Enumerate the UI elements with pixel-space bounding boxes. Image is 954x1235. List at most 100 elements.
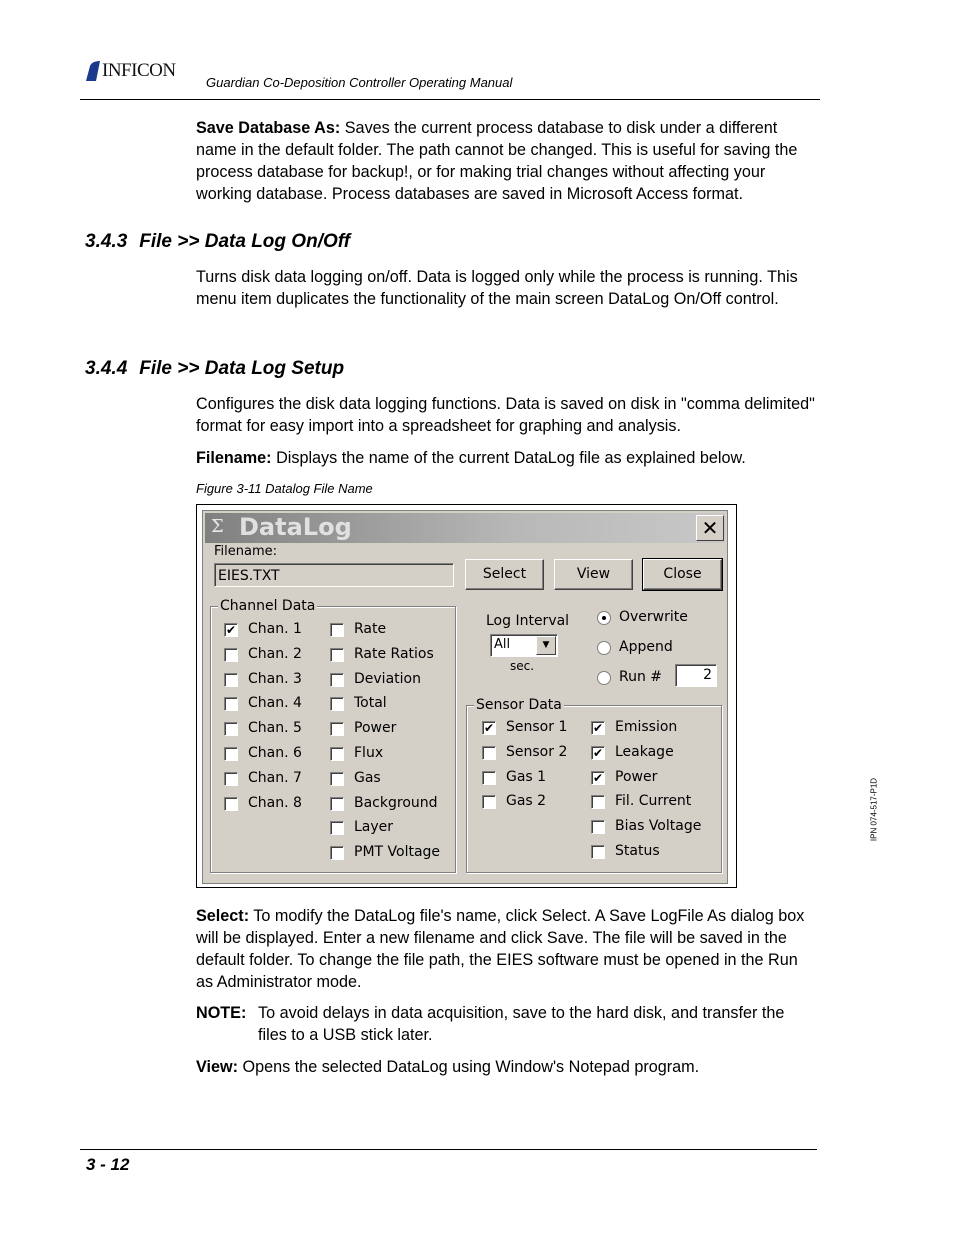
note: NOTE: To avoid delays in data acquisition…	[196, 1002, 816, 1046]
run-number-field[interactable]: 2	[675, 664, 717, 687]
note-text: To avoid delays in data acquisition, sav…	[258, 1004, 785, 1044]
select-button[interactable]: Select	[465, 559, 544, 590]
checkbox[interactable]	[224, 722, 238, 737]
checkbox[interactable]	[330, 747, 344, 761]
save-database-paragraph: Save Database As: Saves the current proc…	[196, 117, 816, 205]
close-button[interactable]: Close	[642, 558, 723, 591]
checkbox-label[interactable]: Gas 1	[506, 769, 546, 785]
term: Filename:	[196, 449, 272, 467]
log-interval-unit: sec.	[510, 659, 535, 673]
text: To modify the DataLog file's name, click…	[196, 907, 805, 991]
text: Opens the selected DataLog using Window'…	[238, 1058, 700, 1076]
radio-button[interactable]	[597, 641, 611, 655]
checkbox-label[interactable]: Rate	[354, 621, 386, 637]
checkbox[interactable]	[482, 795, 496, 810]
brand-name: INFICON	[102, 60, 176, 81]
checkbox-label[interactable]: Chan. 2	[248, 646, 302, 662]
radio-button[interactable]	[597, 611, 611, 625]
checkbox[interactable]	[330, 771, 344, 786]
section-3-4-3-body: Turns disk data logging on/off. Data is …	[196, 268, 798, 308]
select-paragraph: Select: To modify the DataLog file's nam…	[196, 905, 816, 993]
checkbox[interactable]	[330, 722, 344, 737]
checkbox[interactable]	[224, 697, 238, 712]
checkbox-label[interactable]: Chan. 1	[248, 621, 302, 637]
checkbox[interactable]: ✔	[591, 745, 605, 760]
section-3-4-3-heading: 3.4.3 File >> Data Log On/Off	[85, 231, 362, 253]
dialog-title: DataLog	[239, 513, 352, 541]
checkbox-label[interactable]: Fil. Current	[615, 793, 691, 809]
checkbox-label[interactable]: Status	[615, 843, 660, 859]
checkbox-label[interactable]: Layer	[354, 819, 393, 835]
checkbox-label[interactable]: PMT Voltage	[354, 844, 440, 860]
checkbox-label[interactable]: Sensor 1	[506, 719, 567, 735]
checkbox[interactable]	[330, 821, 344, 836]
page-number: 3 - 12	[86, 1155, 130, 1174]
chevron-down-icon[interactable]: ▼	[536, 636, 556, 655]
log-interval-value: All	[494, 637, 511, 652]
checkbox[interactable]	[591, 795, 605, 810]
checkbox[interactable]: ✔	[591, 770, 605, 785]
checkbox-label[interactable]: Bias Voltage	[615, 818, 701, 834]
checkbox-label[interactable]: Chan. 3	[248, 671, 302, 687]
radio-label[interactable]: Run #	[619, 669, 662, 685]
inficon-logo: INFICON	[82, 60, 176, 82]
checkbox-label[interactable]: Power	[354, 720, 396, 736]
checkbox[interactable]	[224, 747, 238, 761]
checkbox-label[interactable]: Gas 2	[506, 793, 546, 809]
manual-page: INFICON Guardian Co-Deposition Controlle…	[0, 0, 954, 1235]
sensor-data-title: Sensor Data	[474, 697, 564, 713]
figure-caption: Figure 3-11 Datalog File Name	[196, 481, 373, 496]
checkbox[interactable]	[330, 846, 344, 861]
checkbox-label[interactable]: Chan. 6	[248, 745, 302, 761]
radio-label[interactable]: Overwrite	[619, 609, 688, 625]
checkbox[interactable]	[591, 845, 605, 859]
checkbox-label[interactable]: Chan. 5	[248, 720, 302, 736]
checkbox-label[interactable]: Rate Ratios	[354, 646, 434, 662]
checkbox-label[interactable]: Power	[615, 769, 657, 785]
checkbox[interactable]	[224, 771, 238, 786]
checkbox[interactable]: ✔	[591, 721, 605, 735]
checkbox-label[interactable]: Chan. 7	[248, 770, 302, 786]
checkbox[interactable]	[482, 745, 496, 760]
filename-field[interactable]: EIES.TXT	[214, 563, 454, 587]
term: Save Database As:	[196, 119, 341, 137]
section-3-4-4-body: Configures the disk data logging functio…	[196, 395, 815, 435]
checkbox[interactable]	[591, 820, 605, 835]
checkbox[interactable]: ✔	[224, 623, 238, 637]
checkbox-label[interactable]: Leakage	[615, 744, 674, 760]
checkbox-label[interactable]: Total	[354, 695, 387, 711]
checkbox-label[interactable]: Emission	[615, 719, 677, 735]
log-interval-select[interactable]: All ▼	[490, 634, 558, 657]
filename-label: Filename:	[214, 544, 278, 559]
radio-label[interactable]: Append	[619, 639, 673, 655]
dialog-title-bar: Σ DataLog ✕	[205, 513, 725, 543]
checkbox-label[interactable]: Sensor 2	[506, 744, 567, 760]
checkbox[interactable]	[330, 697, 344, 712]
checkbox-label[interactable]: Gas	[354, 770, 381, 786]
inficon-logo-mark-icon	[86, 61, 100, 81]
section-number: 3.4.4	[85, 358, 128, 379]
checkbox-label[interactable]: Background	[354, 795, 438, 811]
datalog-dialog: Σ DataLog ✕ Filename: EIES.TXT Select Vi…	[202, 510, 728, 884]
checkbox[interactable]	[330, 623, 344, 637]
document-code: IPN 074-517-P1D	[869, 777, 879, 842]
checkbox-label[interactable]: Chan. 8	[248, 795, 302, 811]
term: View:	[196, 1058, 238, 1076]
checkbox[interactable]	[330, 796, 344, 811]
checkbox-label[interactable]: Flux	[354, 745, 383, 761]
close-icon[interactable]: ✕	[696, 515, 724, 541]
checkbox[interactable]	[224, 647, 238, 662]
section-title: File >> Data Log Setup	[139, 358, 345, 379]
checkbox-label[interactable]: Deviation	[354, 671, 421, 687]
checkbox[interactable]	[482, 770, 496, 785]
note-label: NOTE:	[196, 1004, 247, 1022]
checkbox[interactable]: ✔	[482, 721, 496, 735]
checkbox[interactable]	[224, 672, 238, 687]
view-button[interactable]: View	[554, 559, 633, 590]
radio-button[interactable]	[597, 671, 611, 685]
checkbox[interactable]	[224, 796, 238, 811]
checkbox[interactable]	[330, 647, 344, 662]
checkbox-label[interactable]: Chan. 4	[248, 695, 302, 711]
checkbox[interactable]	[330, 672, 344, 687]
section-3-4-4-heading: 3.4.4 File >> Data Log Setup	[85, 358, 356, 380]
